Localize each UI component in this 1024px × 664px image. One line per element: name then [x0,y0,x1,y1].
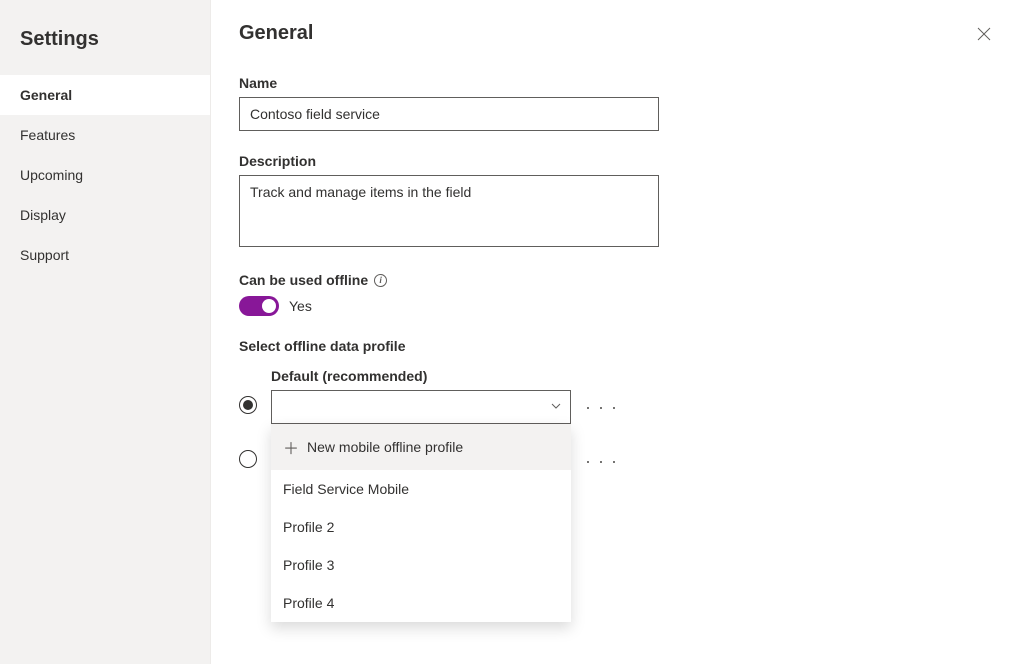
dropdown-option-field-service[interactable]: Field Service Mobile [271,470,571,508]
sidebar-item-upcoming[interactable]: Upcoming [0,155,210,195]
chevron-down-icon [550,399,562,415]
close-button[interactable] [972,22,996,46]
offline-label-text: Can be used offline [239,272,368,288]
description-label: Description [239,153,996,169]
offline-toggle-text: Yes [289,298,312,314]
sidebar-item-display[interactable]: Display [0,195,210,235]
profile-dropdown-menu: ＋ New mobile offline profile Field Servi… [271,424,571,622]
close-icon [977,27,991,41]
more-button-alt[interactable]: · · · [585,452,618,470]
main-panel: General Name Description Track and manag… [211,0,1024,664]
sidebar-title: Settings [0,18,210,75]
radio-default[interactable] [239,396,257,414]
name-input[interactable] [239,97,659,131]
toggle-knob [262,299,276,313]
plus-icon: ＋ [283,435,299,459]
page-title: General [239,22,996,45]
settings-sidebar: Settings General Features Upcoming Displ… [0,0,211,664]
name-field-group: Name [239,75,996,131]
description-field-group: Description Track and manage items in th… [239,153,996,250]
sidebar-item-general[interactable]: General [0,75,210,115]
radio-alt[interactable] [239,450,257,468]
sidebar-item-features[interactable]: Features [0,115,210,155]
dropdown-option-profile3[interactable]: Profile 3 [271,546,571,584]
offline-toggle[interactable] [239,296,279,316]
description-input[interactable]: Track and manage items in the field [239,175,659,247]
info-icon[interactable]: i [374,274,387,287]
more-button-default[interactable]: · · · [585,398,618,416]
dropdown-option-new-label: New mobile offline profile [307,439,463,455]
name-label: Name [239,75,996,91]
profile-dropdown[interactable] [271,390,571,424]
sidebar-item-support[interactable]: Support [0,235,210,275]
dropdown-option-new[interactable]: ＋ New mobile offline profile [271,424,571,470]
dropdown-option-profile2[interactable]: Profile 2 [271,508,571,546]
offline-label: Can be used offline i [239,272,996,288]
offline-field-group: Can be used offline i Yes [239,272,996,316]
dropdown-option-profile4[interactable]: Profile 4 [271,584,571,622]
profile-default-row: Default (recommended) ＋ New mobile offli… [239,368,996,424]
default-label: Default (recommended) [271,368,571,384]
profile-section-label: Select offline data profile [239,338,996,354]
